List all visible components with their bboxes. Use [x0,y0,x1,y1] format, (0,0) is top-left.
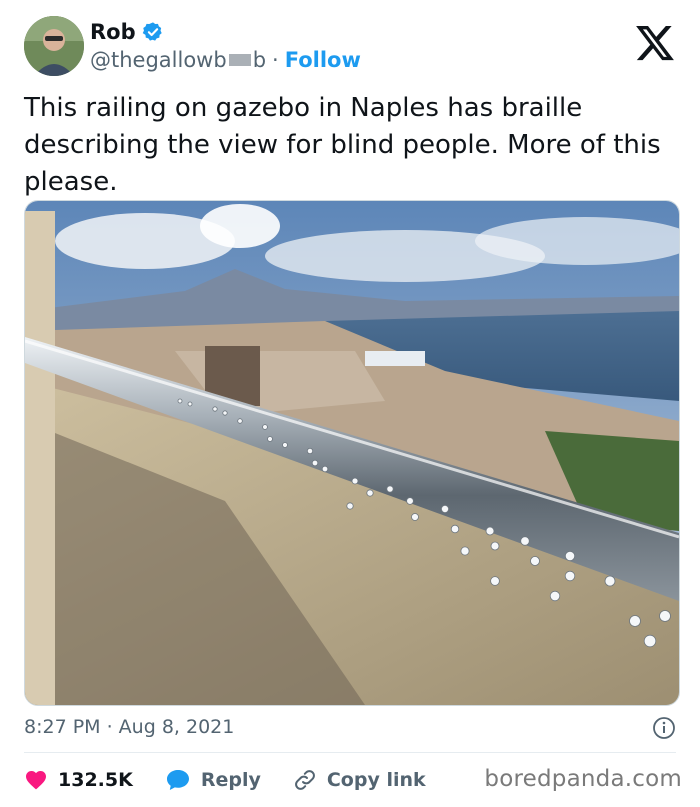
author-handle-suffix[interactable]: b [253,48,266,72]
link-icon [294,770,315,790]
reply-label: Reply [200,769,261,791]
like-count: 132.5K [58,769,133,791]
reply-button[interactable]: Reply [165,768,261,792]
tweet-photo[interactable] [24,200,680,706]
author-handle[interactable]: @thegallowb [90,48,227,72]
name-row: Rob [90,20,164,44]
reply-bubble-icon [166,770,189,790]
handle-row: @thegallowb b · Follow [90,48,361,72]
copy-link-label: Copy link [326,769,426,791]
like-button[interactable]: 132.5K [24,768,133,792]
tweet-text: This railing on gazebo in Naples has bra… [24,93,661,197]
action-bar: 132.5K Reply Copy link [24,764,458,796]
verified-badge-icon [142,22,162,41]
avatar-photo [24,16,84,76]
follow-button[interactable]: Follow [285,48,361,72]
watermark: boredpanda.com [484,766,682,792]
photo-braille-railing [25,201,679,705]
tweet-header: Rob @thegallowb b · Follow [24,16,676,80]
avatar[interactable] [24,16,84,76]
separator-dot: · [272,48,279,72]
x-logo-icon[interactable] [634,22,676,64]
info-icon[interactable] [652,716,676,740]
tweet-timestamp[interactable]: 8:27 PM · Aug 8, 2021 [24,716,234,738]
redaction-block [228,54,251,66]
heart-icon [26,771,46,790]
copy-link-button[interactable]: Copy link [293,768,426,792]
divider [24,752,676,753]
author-name[interactable]: Rob [90,20,136,44]
